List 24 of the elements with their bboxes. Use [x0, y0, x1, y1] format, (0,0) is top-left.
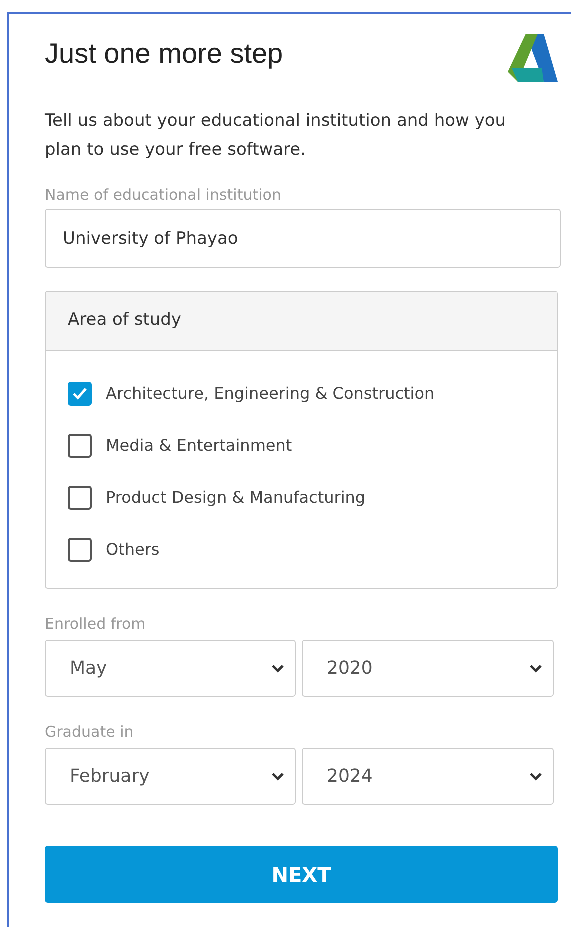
chevron-down-icon — [271, 664, 285, 674]
year-select[interactable]: 2024 — [302, 748, 554, 805]
month-select[interactable]: February — [45, 748, 296, 805]
chevron-down-icon — [529, 664, 543, 674]
checkbox[interactable] — [68, 382, 92, 406]
checkbox[interactable] — [68, 538, 92, 562]
field-label: Graduate in — [45, 722, 135, 742]
logo-icon — [508, 32, 558, 82]
description-text: Tell us about your educational institution and how you plan to use your free software. — [45, 110, 508, 162]
chevron-down-icon — [271, 772, 285, 782]
checkbox[interactable] — [68, 434, 92, 458]
field-label: Enrolled from — [45, 614, 147, 634]
panel-heading: Area of study — [46, 292, 557, 351]
page-title: Just one more step — [45, 37, 284, 71]
checkbox-label: Product Design & Manufacturing — [106, 487, 366, 509]
institution-input[interactable]: University of Phayao — [45, 209, 561, 268]
chevron-down-icon — [529, 772, 543, 782]
checkbox-label: Media & Entertainment — [106, 435, 292, 457]
checkbox-label: Others — [106, 539, 160, 561]
year-select[interactable]: 2020 — [302, 640, 554, 697]
month-select[interactable]: May — [45, 640, 296, 697]
field-label: Name of educational institution — [45, 185, 282, 205]
checkbox[interactable] — [68, 486, 92, 510]
checkbox-label: Architecture, Engineering & Construction — [106, 383, 435, 405]
